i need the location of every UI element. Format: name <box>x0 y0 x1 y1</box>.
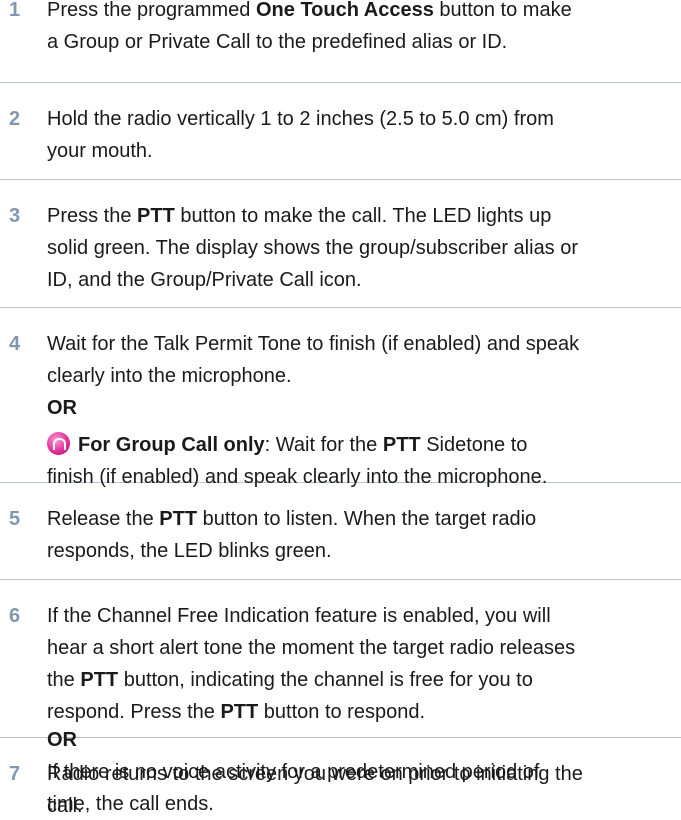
text-run: hear a short alert tone the moment the t… <box>47 637 576 659</box>
bold-term: PTT <box>159 508 198 530</box>
step-text-line: solid green. The display shows the group… <box>47 234 677 262</box>
step-text-line: hear a short alert tone the moment the t… <box>47 634 677 662</box>
text-run: Hold the radio vertically 1 to 2 inches … <box>47 108 554 130</box>
text-run: button to respond. <box>258 701 426 723</box>
text-run: Release the <box>47 508 160 530</box>
text-run: solid green. The display shows the group… <box>47 237 579 259</box>
bold-term: For Group Call only <box>78 434 265 456</box>
bold-term: PTT <box>220 701 259 723</box>
text-run: button to listen. When the target radio <box>197 508 537 530</box>
step-text-line: Release the PTT button to listen. When t… <box>47 505 677 533</box>
text-run: your mouth. <box>47 140 153 162</box>
step-text-line: If the Channel Free Indication feature i… <box>47 602 677 630</box>
step-7: 7 Radio returns to the screen you were on… <box>0 738 681 817</box>
step-text-line: call. <box>47 792 677 820</box>
step-text-line: clearly into the microphone. <box>47 362 677 390</box>
bold-term: PTT <box>382 434 421 456</box>
text-run: ID, and the Group/Private Call icon. <box>47 269 362 291</box>
step-text-line: a Group or Private Call to the predefine… <box>47 28 677 56</box>
step-1: 1 Press the programmed One Touch Access b… <box>0 0 681 83</box>
bold-term: PTT <box>80 669 119 691</box>
step-text-line: ID, and the Group/Private Call icon. <box>47 266 677 294</box>
step-text-line: Press the programmed One Touch Access bu… <box>47 0 677 24</box>
text-run: Sidetone to <box>420 434 528 456</box>
text-run: call. <box>47 795 83 817</box>
step-2: 2 Hold the radio vertically 1 to 2 inches… <box>0 83 681 180</box>
step-text-line: Press the PTT button to make the call. T… <box>47 202 677 230</box>
step-3: 3 Press the PTT button to make the call. … <box>0 180 681 308</box>
bold-term: One Touch Access <box>255 0 434 21</box>
text-run: responds, the LED blinks green. <box>47 540 332 562</box>
step-6: 6 If the Channel Free Indication feature … <box>0 580 681 815</box>
pink-feature-icon <box>47 432 70 455</box>
text-run: Radio returns to the screen you were on … <box>47 763 583 785</box>
step-text-line: responds, the LED blinks green. <box>47 537 677 565</box>
step-text-line: OR <box>47 394 677 422</box>
text-run: respond. Press the <box>47 701 221 723</box>
text-run: button, indicating the channel is free f… <box>118 669 533 691</box>
step-number: 2 <box>9 108 21 130</box>
step-4: 4 Wait for the Talk Permit Tone to finish… <box>0 308 681 488</box>
step-text-line: your mouth. <box>47 137 677 165</box>
text-run: : Wait for the <box>264 434 383 456</box>
text-run: the <box>47 669 81 691</box>
step-number: 3 <box>9 205 21 227</box>
step-text-line: Hold the radio vertically 1 to 2 inches … <box>47 105 677 133</box>
step-text-line: Wait for the Talk Permit Tone to finish … <box>47 330 677 358</box>
text-run: If the Channel Free Indication feature i… <box>47 605 551 627</box>
step-number: 6 <box>9 605 21 627</box>
step-5: 5 Release the PTT button to listen. When … <box>0 483 681 580</box>
step-number: 1 <box>9 0 21 21</box>
step-text-line: respond. Press the PTT button to respond… <box>47 698 677 726</box>
text-run: a Group or Private Call to the predefine… <box>47 31 508 53</box>
bold-term: PTT <box>137 205 175 227</box>
step-number: 5 <box>9 508 21 530</box>
bold-term: OR <box>47 397 77 419</box>
text-run: Press the <box>47 205 138 227</box>
text-run: clearly into the microphone. <box>47 365 292 387</box>
step-text-line: the PTT button, indicating the channel i… <box>47 666 677 694</box>
step-text-line: For Group Call only: Wait for the PTT Si… <box>47 431 677 459</box>
step-number: 7 <box>9 763 21 785</box>
text-run: Wait for the Talk Permit Tone to finish … <box>47 333 580 355</box>
text-run: button to make the call. The LED lights … <box>174 205 552 227</box>
step-text-line: Radio returns to the screen you were on … <box>47 760 677 788</box>
text-run: Press the programmed <box>47 0 256 21</box>
step-number: 4 <box>9 333 21 355</box>
text-run: button to make <box>433 0 572 21</box>
